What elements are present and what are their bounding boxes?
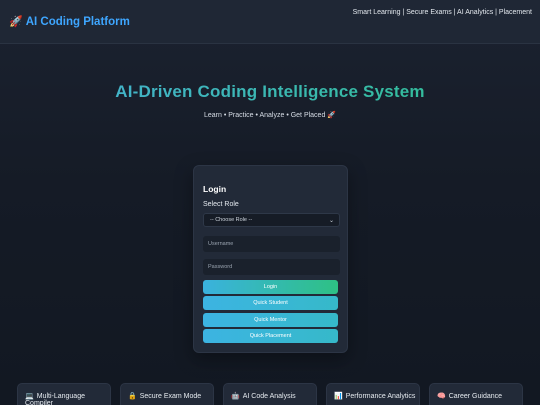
hero-subtitle: Learn • Practice • Analyze • Get Placed … (203, 112, 337, 119)
role-label: Select Role (203, 201, 239, 208)
rocket-icon: 🚀 (9, 16, 23, 28)
feature-label: Performance Analytics (345, 393, 416, 400)
feature-card-exam: 🔒 Secure Exam Mode (120, 383, 214, 405)
feature-card-analytics: 📊 Performance Analytics (326, 383, 420, 405)
brain-icon: 🧠 (437, 393, 446, 400)
role-select-value: -- Choose Role -- (210, 217, 253, 223)
top-header: 🚀 AI Coding Platform Smart Learning | Sec… (0, 0, 540, 44)
feature-label: AI Code Analysis (242, 393, 296, 400)
quick-placement-button[interactable]: Quick Placement (203, 329, 338, 343)
username-input[interactable] (203, 236, 340, 252)
feature-card-ai-analysis: 🤖 AI Code Analysis (223, 383, 317, 405)
login-button[interactable]: Login (203, 280, 338, 294)
login-title: Login (203, 184, 227, 194)
robot-icon: 🤖 (231, 393, 240, 400)
header-nav-links[interactable]: Smart Learning | Secure Exams | AI Analy… (353, 9, 532, 16)
brand-logo[interactable]: 🚀 AI Coding Platform (9, 15, 130, 28)
feature-card-career: 🧠 Career Guidance (429, 383, 523, 405)
quick-mentor-button[interactable]: Quick Mentor (203, 313, 338, 327)
brand-title: AI Coding Platform (25, 16, 130, 28)
chevron-down-icon: ⌄ (328, 218, 334, 224)
role-select[interactable]: -- Choose Role -- ⌄ (203, 213, 340, 227)
quick-student-button[interactable]: Quick Student (203, 296, 338, 310)
password-input[interactable] (203, 259, 340, 275)
lock-icon: 🔒 (128, 393, 137, 400)
laptop-icon: 💻 (25, 393, 34, 400)
login-card: Login Select Role -- Choose Role -- ⌄ Lo… (193, 165, 348, 353)
hero-title: AI-Driven Coding Intelligence System (0, 82, 540, 102)
feature-label: Secure Exam Mode (139, 393, 202, 400)
feature-label: Career Guidance (448, 393, 503, 400)
feature-card-compiler: 💻 Multi-Language Compiler (17, 383, 111, 405)
chart-icon: 📊 (334, 393, 343, 400)
